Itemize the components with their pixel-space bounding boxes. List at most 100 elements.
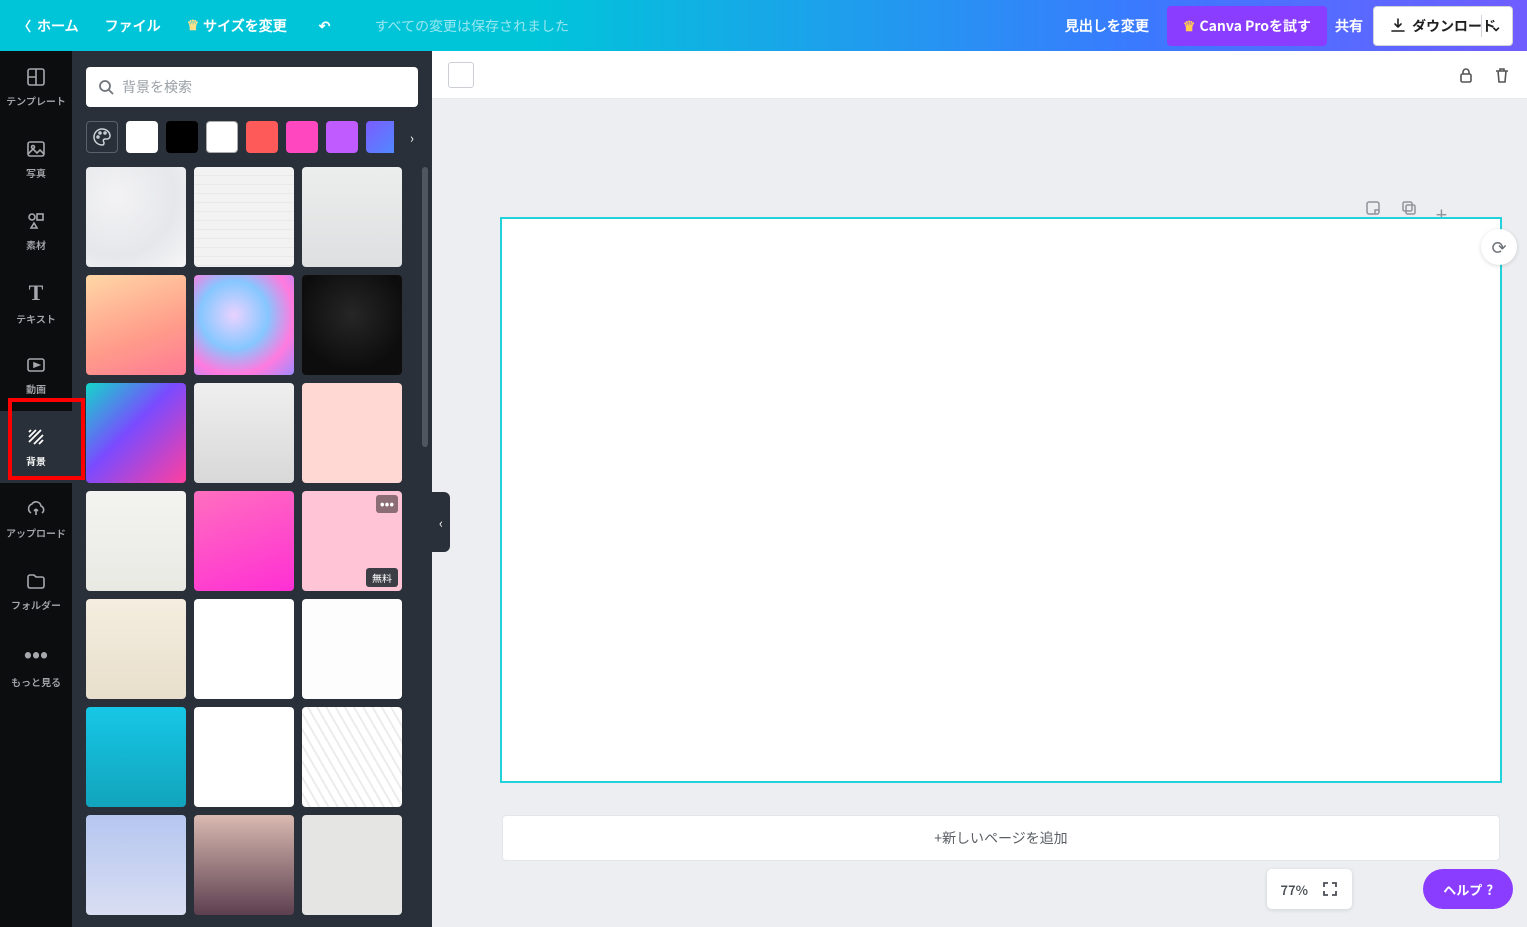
thumb-floral-white[interactable] xyxy=(194,599,294,699)
thumb-sand[interactable] xyxy=(86,599,186,699)
thumb-rainbow-smoke[interactable] xyxy=(194,707,294,807)
color-swatches: › xyxy=(72,121,432,167)
chevron-down-icon[interactable]: ⌄ xyxy=(1490,16,1502,36)
video-icon xyxy=(25,354,47,376)
top-right-group: 見出しを変更 ♛ Canva Proを試す 共有 ダウンロード ⌄ xyxy=(1065,6,1527,46)
thumb-plaster[interactable] xyxy=(86,491,186,591)
help-button[interactable]: ヘルプ ? xyxy=(1423,869,1513,909)
thumbnails-grid: ••• 無料 xyxy=(86,167,418,915)
scrollbar[interactable] xyxy=(422,167,428,447)
swatch-black[interactable] xyxy=(166,121,198,153)
trash-icon[interactable] xyxy=(1493,66,1511,84)
rail-upload[interactable]: アップロード xyxy=(0,483,72,555)
thumb-crumpled-paper[interactable] xyxy=(194,383,294,483)
thumb-poly-rainbow[interactable] xyxy=(86,383,186,483)
change-heading-button[interactable]: 見出しを変更 xyxy=(1065,16,1149,36)
rail-folder-label: フォルダー xyxy=(11,597,61,612)
more-icon: ••• xyxy=(24,637,48,669)
search-box[interactable] xyxy=(86,67,418,107)
add-page-label: +新しいページを追加 xyxy=(934,828,1068,848)
rail-text[interactable]: T テキスト xyxy=(0,267,72,339)
upload-icon xyxy=(25,498,47,520)
folder-icon xyxy=(25,570,47,592)
thumb-orange-dots[interactable] xyxy=(302,599,402,699)
rail-video[interactable]: 動画 xyxy=(0,339,72,411)
refresh-icon: ⟳ xyxy=(1491,234,1506,260)
refresh-button[interactable]: ⟳ xyxy=(1481,229,1517,265)
top-left-group: 〈 ホーム ファイル ♛ サイズを変更 ↶ すべての変更は保存されました xyxy=(0,16,569,36)
page-toolbar xyxy=(432,51,1527,99)
canvas-page[interactable] xyxy=(502,219,1500,781)
background-icon xyxy=(25,426,47,448)
search-icon xyxy=(98,79,114,95)
templates-icon xyxy=(25,66,47,88)
free-badge: 無料 xyxy=(366,568,398,587)
thumb-magenta-gradient[interactable] xyxy=(194,491,294,591)
rail-elements-label: 素材 xyxy=(26,237,46,252)
rail-photos-label: 写真 xyxy=(26,165,46,180)
share-button[interactable]: 共有 xyxy=(1335,16,1363,36)
chevron-right-icon: › xyxy=(410,128,414,147)
download-icon xyxy=(1390,18,1406,34)
page-color-picker[interactable] xyxy=(448,62,474,88)
thumb-brick-white[interactable] xyxy=(194,167,294,267)
thumb-peach-gradient[interactable] xyxy=(86,275,186,375)
elements-icon xyxy=(25,210,47,232)
rail-text-label: テキスト xyxy=(16,311,56,326)
rail-video-label: 動画 xyxy=(26,381,46,396)
fullscreen-icon[interactable] xyxy=(1322,881,1338,897)
thumb-paint-swirl[interactable] xyxy=(194,275,294,375)
add-page-button[interactable]: +新しいページを追加 xyxy=(502,815,1500,861)
thumb-blue-sky[interactable] xyxy=(86,815,186,915)
resize-label: サイズを変更 xyxy=(203,16,287,36)
try-pro-button[interactable]: ♛ Canva Proを試す xyxy=(1167,6,1327,46)
rail-elements[interactable]: 素材 xyxy=(0,195,72,267)
swatch-color-picker[interactable] xyxy=(86,121,118,153)
thumb-teal-paper[interactable] xyxy=(86,707,186,807)
home-button[interactable]: 〈 ホーム xyxy=(18,16,79,36)
file-button[interactable]: ファイル xyxy=(105,16,161,36)
palette-icon xyxy=(92,127,112,147)
thumb-grey-plaster[interactable] xyxy=(302,815,402,915)
thumb-white-waves[interactable] xyxy=(302,707,402,807)
toolbar-right xyxy=(1457,66,1511,84)
thumb-concrete-light[interactable] xyxy=(302,167,402,267)
rail-background[interactable]: 背景 xyxy=(0,411,72,483)
swatch-white[interactable] xyxy=(126,121,158,153)
thumb-dusk[interactable] xyxy=(194,815,294,915)
rail-templates[interactable]: テンプレート xyxy=(0,51,72,123)
help-icon: ? xyxy=(1486,880,1493,899)
home-label: ホーム xyxy=(37,16,79,36)
save-status: すべての変更は保存されました xyxy=(375,16,569,36)
rail-folder[interactable]: フォルダー xyxy=(0,555,72,627)
thumb-blush-pink[interactable] xyxy=(302,383,402,483)
background-panel: › ••• 無料 xyxy=(72,51,432,927)
canvas-area: + ⟳ +新しいページを追加 77% ヘルプ ? xyxy=(432,99,1527,927)
thumb-black-marble[interactable] xyxy=(302,275,402,375)
thumb-daisies[interactable]: ••• 無料 xyxy=(302,491,402,591)
divider xyxy=(1481,15,1482,37)
swatch-violet[interactable] xyxy=(326,121,358,153)
rail-photos[interactable]: 写真 xyxy=(0,123,72,195)
undo-icon[interactable]: ↶ xyxy=(319,16,331,36)
thumb-options-icon[interactable]: ••• xyxy=(376,495,398,513)
search-wrap xyxy=(72,51,432,121)
thumb-marble-white[interactable] xyxy=(86,167,186,267)
zoom-control[interactable]: 77% xyxy=(1267,869,1352,909)
search-input[interactable] xyxy=(122,79,406,95)
text-icon: T xyxy=(29,280,44,306)
swatch-pink[interactable] xyxy=(286,121,318,153)
thumbnails-scroll[interactable]: ••• 無料 xyxy=(72,167,432,927)
collapse-panel[interactable]: ‹ xyxy=(432,492,450,552)
zoom-value: 77% xyxy=(1281,880,1308,899)
download-label: ダウンロード xyxy=(1412,16,1496,36)
lock-icon[interactable] xyxy=(1457,66,1475,84)
try-pro-label: Canva Proを試す xyxy=(1199,16,1311,36)
swatches-next[interactable]: › xyxy=(394,121,430,153)
download-button[interactable]: ダウンロード ⌄ xyxy=(1373,6,1513,46)
rail-more-label: もっと見る xyxy=(11,674,61,689)
swatch-light[interactable] xyxy=(206,121,238,153)
rail-more[interactable]: ••• もっと見る xyxy=(0,627,72,699)
resize-button[interactable]: ♛ サイズを変更 xyxy=(187,16,287,36)
swatch-red[interactable] xyxy=(246,121,278,153)
